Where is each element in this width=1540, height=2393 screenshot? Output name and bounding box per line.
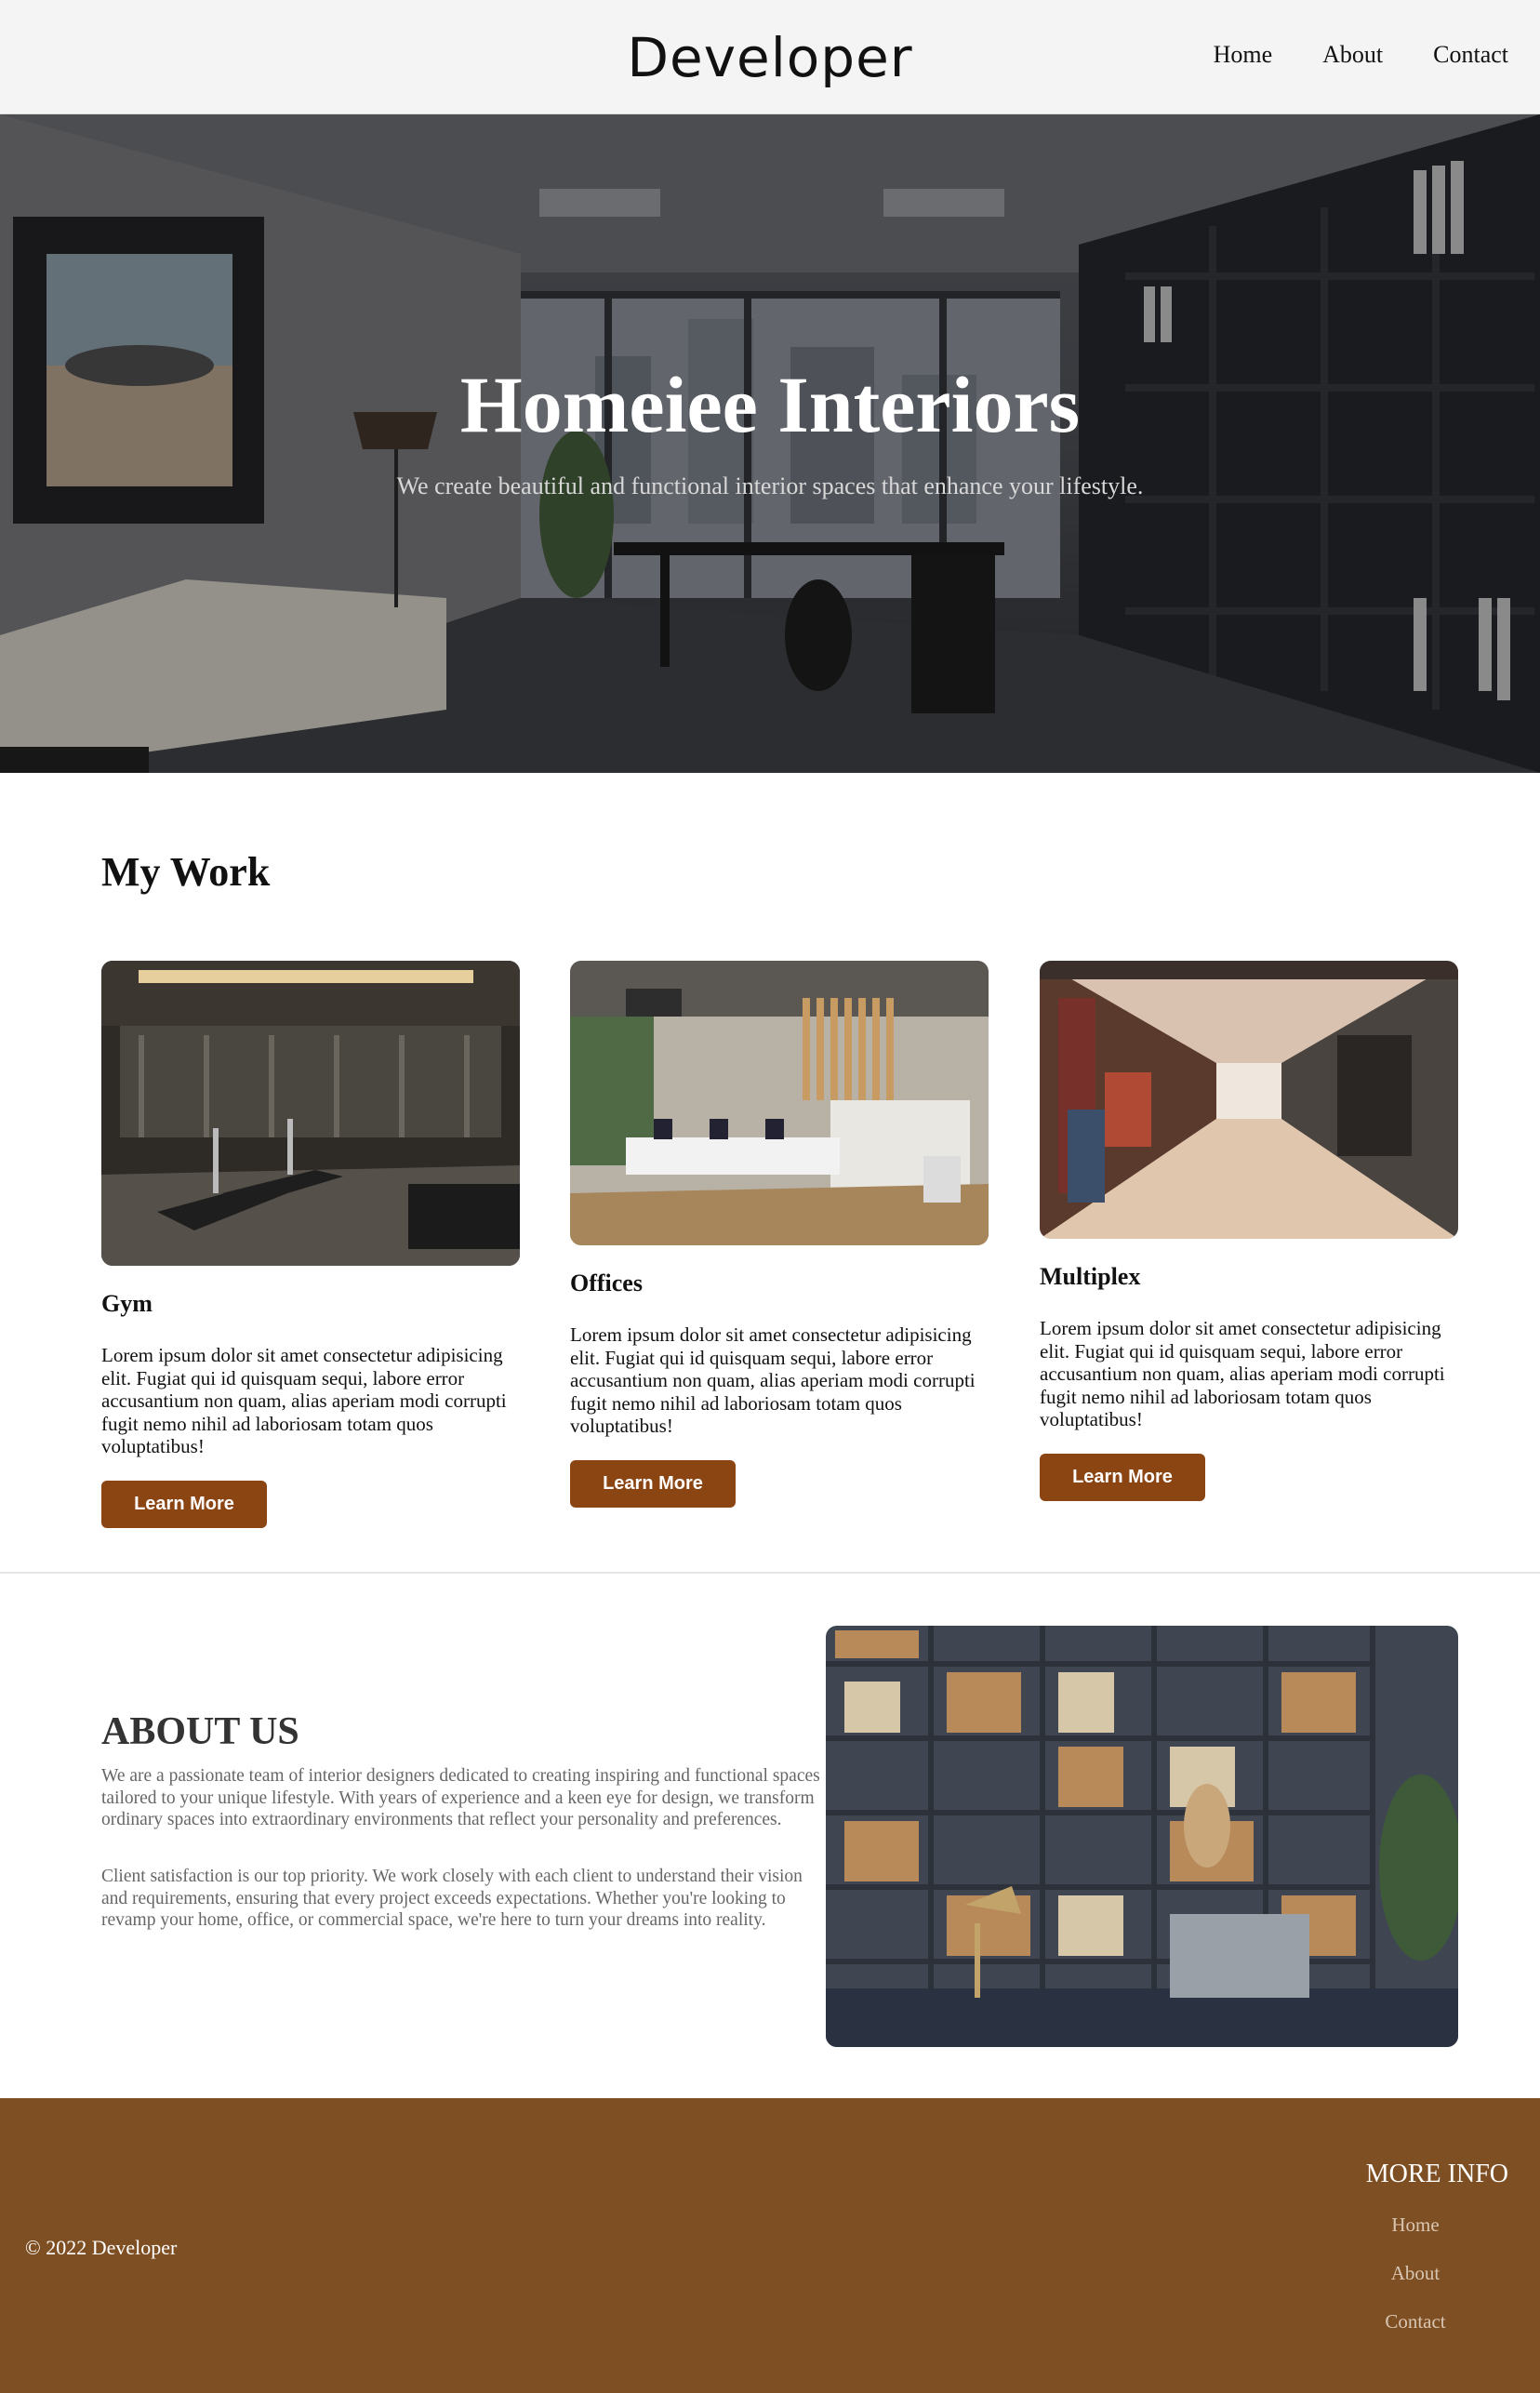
card-title: Multiplex — [1040, 1263, 1141, 1290]
nav-home-link[interactable]: Home — [1214, 41, 1273, 69]
section-divider — [0, 1572, 1540, 1574]
multiplex-image — [1040, 961, 1458, 1239]
work-card-multiplex: Multiplex Lorem ipsum dolor sit amet con… — [1040, 961, 1458, 1501]
about-bookshelf-image — [826, 1626, 1458, 2047]
footer-contact-link[interactable]: Contact — [1322, 2310, 1508, 2359]
footer-home-link[interactable]: Home — [1322, 2214, 1508, 2262]
footer-about-link[interactable]: About — [1322, 2262, 1508, 2310]
more-info-heading: MORE INFO — [1365, 2160, 1508, 2188]
site-footer: © 2022 Developer MORE INFO Home About Co… — [0, 2098, 1540, 2393]
about-paragraph-1: We are a passionate team of interior des… — [101, 1766, 820, 1829]
main-nav: Home About Contact — [1214, 41, 1508, 69]
copyright-text: © 2022 Developer — [25, 2236, 178, 2259]
hero-subtitle: We create beautiful and functional inter… — [396, 472, 1144, 499]
gym-image — [101, 961, 520, 1266]
section-title-my-work: My Work — [101, 849, 271, 895]
learn-more-button[interactable]: Learn More — [1040, 1453, 1205, 1501]
card-description: Lorem ipsum dolor sit amet consectetur a… — [570, 1323, 976, 1437]
learn-more-button[interactable]: Learn More — [570, 1459, 736, 1508]
card-description: Lorem ipsum dolor sit amet consectetur a… — [101, 1344, 507, 1457]
nav-about-link[interactable]: About — [1322, 41, 1383, 69]
nav-contact-link[interactable]: Contact — [1433, 41, 1508, 69]
work-card-gym: Gym Lorem ipsum dolor sit amet consectet… — [101, 961, 520, 1528]
card-description: Lorem ipsum dolor sit amet consectetur a… — [1040, 1317, 1445, 1430]
offices-image — [570, 961, 989, 1245]
about-title: ABOUT US — [101, 1710, 299, 1753]
hero-title: Homeiee Interiors — [459, 360, 1081, 449]
work-card-offices: Offices Lorem ipsum dolor sit amet conse… — [570, 961, 989, 1508]
hero-banner: Homeiee Interiors We create beautiful an… — [0, 114, 1540, 773]
card-title: Offices — [570, 1270, 643, 1296]
card-title: Gym — [101, 1290, 153, 1317]
about-paragraph-2: Client satisfaction is our top priority.… — [101, 1867, 803, 1930]
footer-links: Home About Contact — [1322, 2214, 1508, 2359]
site-header: Developer Home About Contact — [0, 0, 1540, 114]
learn-more-button[interactable]: Learn More — [101, 1480, 267, 1528]
